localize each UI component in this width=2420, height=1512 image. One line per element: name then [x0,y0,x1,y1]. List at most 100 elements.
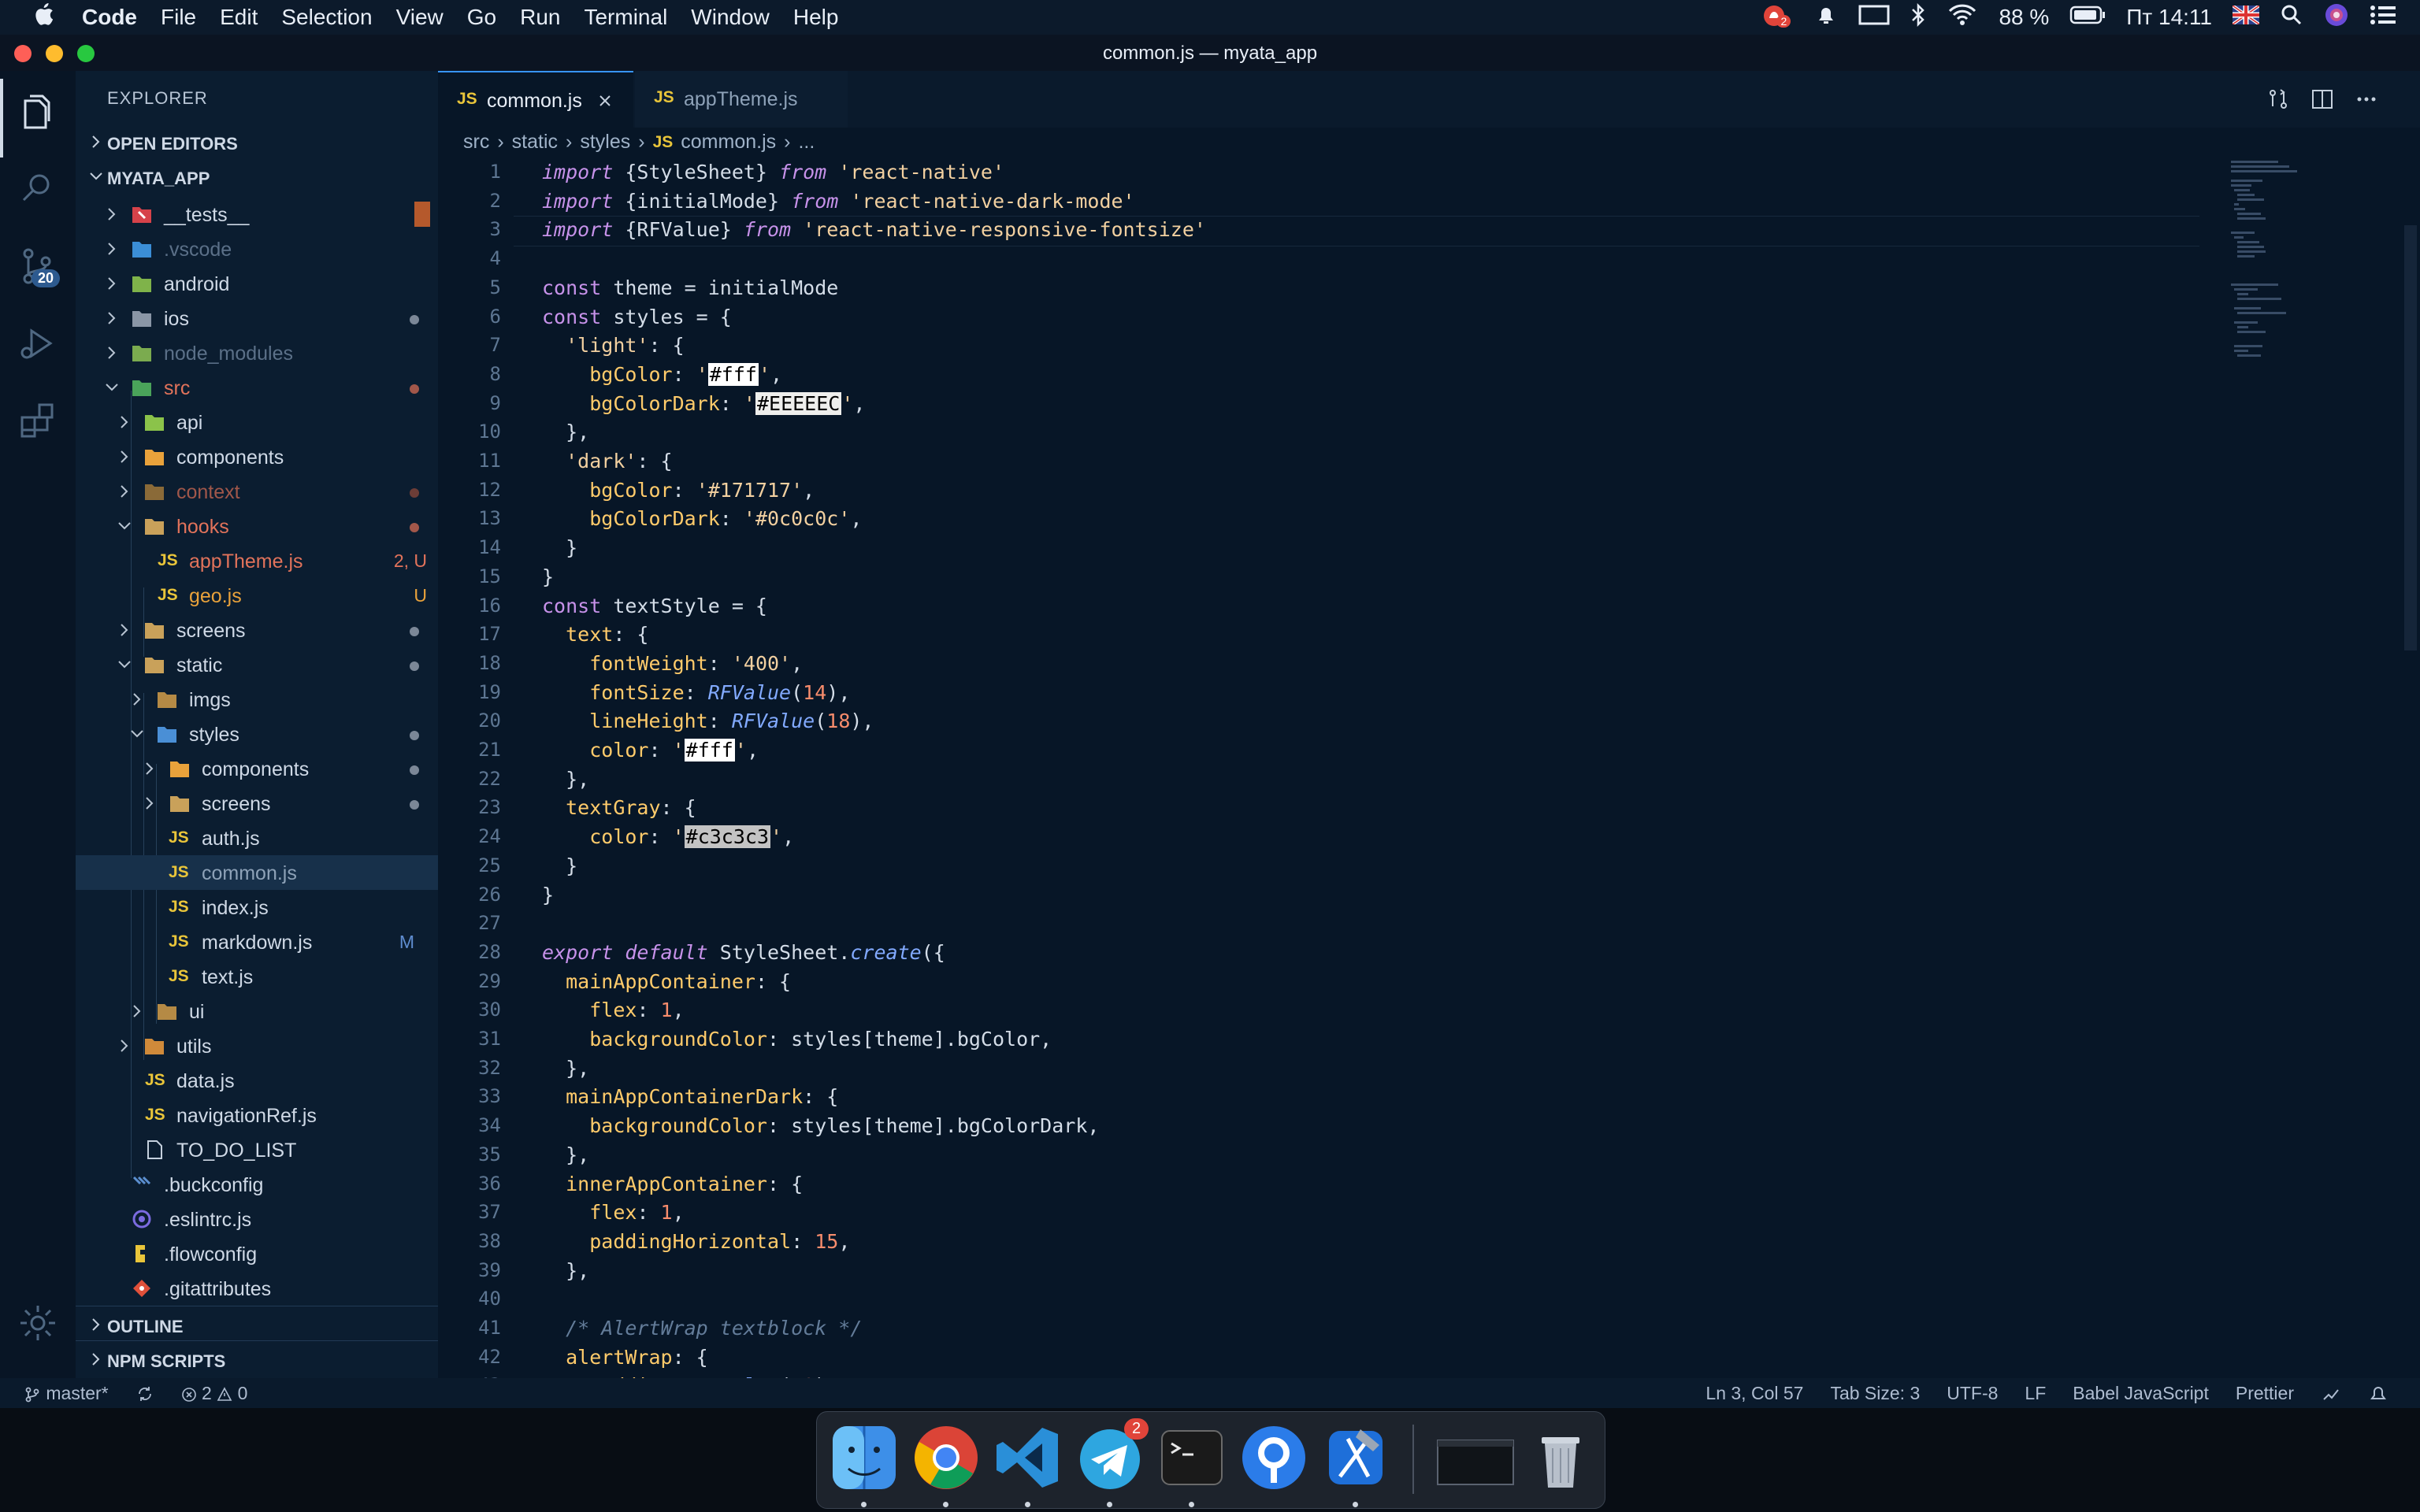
code-editor[interactable]: 1 import {StyleSheet} from 'react-native'… [438,159,2203,1378]
breadcrumb-item[interactable]: common.js [681,131,776,154]
notifications-bell-icon[interactable] [2368,1384,2388,1404]
encoding[interactable]: UTF-8 [1947,1383,1998,1404]
breadcrumb: src › static › styles › JS common.js › .… [463,131,815,154]
tab-size[interactable]: Tab Size: 3 [1830,1383,1920,1404]
tree-file[interactable]: .eslintrc.js [76,1202,438,1236]
split-editor-icon[interactable] [2310,87,2335,112]
tree-folder[interactable]: src [76,370,438,405]
run-debug-icon[interactable] [16,321,60,365]
tree-file[interactable]: JS data.js [76,1063,438,1098]
menu-view[interactable]: View [396,5,444,30]
open-changes-icon[interactable] [2266,87,2291,112]
breadcrumb-item[interactable]: ... [798,131,815,154]
vertical-scrollbar[interactable] [2404,225,2417,650]
tree-file-selected[interactable]: JS common.js [76,855,438,890]
bell-icon[interactable] [1814,3,1838,32]
siri-icon[interactable] [2324,2,2349,33]
tree-folder[interactable]: ios [76,301,438,335]
clock[interactable]: Пт 14:11 [2126,5,2212,30]
tree-folder[interactable]: screens [76,613,438,647]
chevron-right-icon [92,1353,100,1366]
terminal-icon[interactable] [1157,1423,1227,1507]
xcode-icon[interactable] [1321,1423,1390,1507]
npm-scripts-section[interactable]: NPM SCRIPTS [76,1343,438,1378]
feedback-icon[interactable] [2321,1384,2341,1404]
tree-file[interactable]: .buckconfig [76,1167,438,1202]
telegram-icon[interactable]: 2 [1075,1418,1149,1507]
breadcrumb-item[interactable]: static [512,131,558,154]
tree-folder[interactable]: __tests__ [76,197,438,232]
minimap[interactable] [2231,158,2302,441]
tree-file[interactable]: JS index.js [76,890,438,925]
sourcetree-icon[interactable] [1239,1423,1308,1492]
tree-file[interactable]: JS navigationRef.js [76,1098,438,1132]
problems-indicator[interactable]: 2 0 [181,1383,247,1404]
vscode-icon[interactable] [993,1423,1063,1507]
tree-file[interactable]: .flowconfig [76,1236,438,1271]
tree-folder[interactable]: node_modules [76,335,438,370]
input-source-flag-icon[interactable] [2231,4,2261,30]
menu-file[interactable]: File [161,5,196,30]
wifi-icon[interactable] [1947,3,1978,32]
breadcrumb-item[interactable]: src [463,131,489,154]
apple-menu-icon[interactable] [19,2,66,33]
source-control-icon[interactable]: 20 [16,244,61,288]
menu-window[interactable]: Window [691,5,770,30]
menu-help[interactable]: Help [793,5,839,30]
tab-common-js[interactable]: JS common.js [438,71,633,129]
menu-run[interactable]: Run [520,5,560,30]
cursor-position[interactable]: Ln 3, Col 57 [1706,1383,1803,1404]
explorer-files-icon[interactable] [16,90,60,134]
extensions-icon[interactable] [16,398,60,443]
project-section[interactable]: MYATA_APP [76,161,438,195]
control-center-icon[interactable] [2370,5,2396,31]
menu-app-name[interactable]: Code [82,5,137,30]
minimized-window-thumbnail[interactable] [1435,1423,1516,1492]
chrome-icon[interactable] [911,1423,981,1507]
display-icon[interactable] [1858,3,1890,32]
tree-folder[interactable]: hooks [76,509,438,543]
notification-app-icon[interactable]: 2 [1762,4,1794,31]
menu-go[interactable]: Go [467,5,496,30]
open-editors-section[interactable]: OPEN EDITORS [76,126,438,161]
outline-section[interactable]: OUTLINE [76,1309,438,1343]
tree-folder[interactable]: static [76,647,438,682]
finder-icon[interactable] [830,1423,899,1507]
breadcrumb-item[interactable]: styles [580,131,630,154]
tree-folder[interactable]: .vscode [76,232,438,266]
tree-folder[interactable]: screens [76,786,438,821]
language-mode[interactable]: Babel JavaScript [2073,1383,2209,1404]
tree-folder[interactable]: imgs [76,682,438,717]
formatter[interactable]: Prettier [2236,1383,2294,1404]
tree-file[interactable]: JS auth.js [76,821,438,855]
tree-file[interactable]: JS text.js [76,959,438,994]
bluetooth-icon[interactable] [1910,2,1926,33]
tree-file[interactable]: .gitattributes [76,1271,438,1306]
tree-file[interactable]: TO_DO_LIST [76,1132,438,1167]
tree-folder[interactable]: api [76,405,438,439]
tree-file[interactable]: JS markdown.js M [76,925,438,959]
menu-selection[interactable]: Selection [281,5,372,30]
git-branch[interactable]: master* [24,1383,109,1404]
end-of-line[interactable]: LF [2025,1383,2046,1404]
spotlight-search-icon[interactable] [2280,3,2303,32]
tab-apptheme-js[interactable]: JS appTheme.js [635,71,848,128]
trash-icon[interactable] [1526,1423,1595,1492]
tree-folder[interactable]: ui [76,994,438,1028]
menu-terminal[interactable]: Terminal [584,5,667,30]
tree-file[interactable]: JS geo.js U [76,578,438,613]
tree-folder[interactable]: components [76,751,438,786]
tree-file[interactable]: JS appTheme.js 2, U [76,543,438,578]
more-actions-icon[interactable] [2354,87,2379,112]
close-tab-icon[interactable] [596,91,614,110]
battery-icon[interactable] [2069,5,2106,31]
tree-folder[interactable]: utils [76,1028,438,1063]
tree-folder[interactable]: context [76,474,438,509]
tree-folder[interactable]: styles [76,717,438,751]
settings-gear-icon[interactable] [16,1301,60,1345]
tree-folder[interactable]: components [76,439,438,474]
search-icon[interactable] [16,167,60,211]
tree-folder[interactable]: android [76,266,438,301]
menu-edit[interactable]: Edit [220,5,258,30]
sync-icon[interactable] [135,1384,154,1403]
